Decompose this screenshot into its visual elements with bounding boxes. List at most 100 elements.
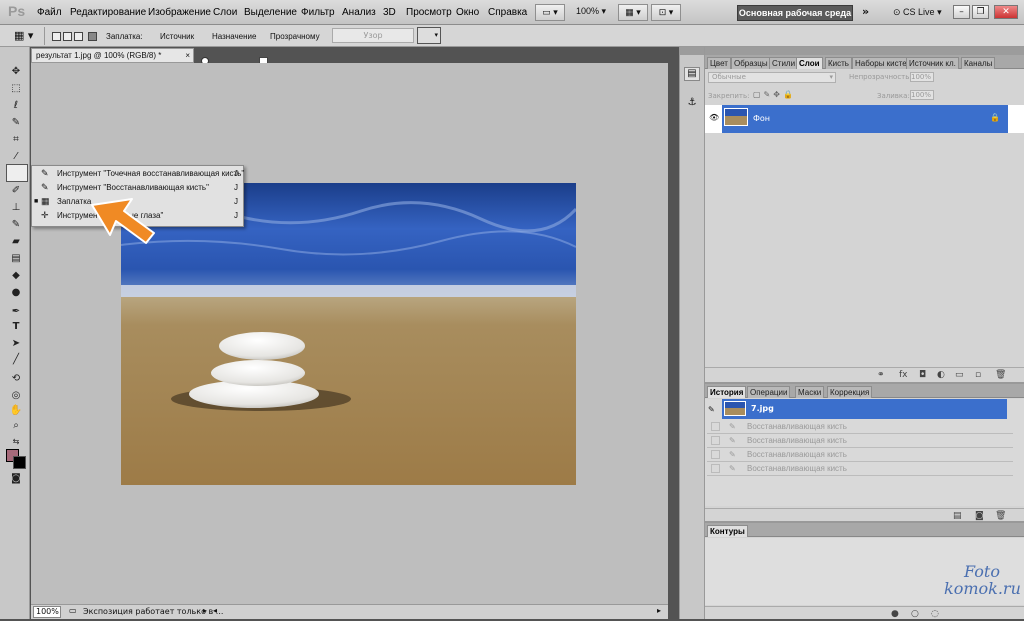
menu-help[interactable]: Справка [488,7,527,18]
history-state[interactable]: ✎ Восстанавливающая кисть [707,420,1013,434]
move-tool-icon[interactable]: ✥ [8,65,24,79]
new-group-icon[interactable]: ▭ [955,370,964,380]
stroke-path-icon[interactable]: ○ [911,609,919,619]
layer-row-background[interactable]: Фон 🔒 [722,105,1008,133]
tab-actions[interactable]: Операции [747,386,791,398]
history-checkbox[interactable] [711,436,720,445]
tab-layers[interactable]: Слои [796,57,823,69]
menu-3d[interactable]: 3D [383,7,396,18]
blend-mode-select[interactable]: Обычные ▾ [708,72,836,83]
screen-mode-button[interactable]: ▭ ▾ [535,4,565,21]
brush-tool-icon[interactable]: ✐ [8,184,24,198]
eraser-tool-icon[interactable]: ▰ [8,235,24,249]
new-document-from-state-icon[interactable]: ▤ [953,511,962,521]
close-button[interactable]: ✕ [994,5,1018,19]
menu-layers[interactable]: Слои [213,7,237,18]
dodge-tool-icon[interactable]: ● [8,286,24,300]
link-layers-icon[interactable]: ⚭ [877,370,885,380]
close-document-icon[interactable]: × [185,49,190,62]
lasso-tool-icon[interactable]: ℓ [8,99,24,113]
arrange-documents-button[interactable]: ▦ ▾ [618,4,648,21]
menu-filter[interactable]: Фильтр [301,7,335,18]
tab-masks[interactable]: Маски [795,386,825,398]
new-selection-icon[interactable] [52,32,61,41]
type-tool-icon[interactable]: T [8,320,24,334]
document-tab[interactable]: результат 1.jpg @ 100% (RGB/8) * × [31,48,194,63]
tab-adjustments[interactable]: Коррекция [827,386,873,398]
blur-tool-icon[interactable]: ◆ [8,269,24,283]
new-snapshot-icon[interactable]: ◙ [975,511,984,521]
pen-tool-icon[interactable]: ✒ [8,305,24,319]
add-selection-icon[interactable] [63,32,72,41]
quick-mask-icon[interactable]: ◙ [8,472,24,486]
clone-stamp-tool-icon[interactable]: ⊥ [8,201,24,215]
pattern-picker[interactable]: ▾ [417,27,441,44]
tab-brush[interactable]: Кисть [825,57,852,69]
3d-rotate-tool-icon[interactable]: ⟲ [8,372,24,386]
zoom-level-field[interactable]: 100% [33,606,61,618]
menu-edit[interactable]: Редактирование [70,7,146,18]
marquee-tool-icon[interactable]: ⬚ [8,82,24,96]
zoom-dropdown[interactable]: 100% ▾ [570,4,612,21]
use-pattern-button[interactable]: Узор [332,28,414,43]
line-tool-icon[interactable]: ╱ [8,353,24,367]
menu-file[interactable]: Файл [37,7,62,18]
menu-analysis[interactable]: Анализ [342,7,376,18]
fill-field[interactable]: 100% [910,90,934,100]
history-state[interactable]: ✎ Восстанавливающая кисть [707,434,1013,448]
menu-image[interactable]: Изображение [148,7,211,18]
history-checkbox[interactable] [711,464,720,473]
background-color-swatch[interactable] [13,456,26,469]
hand-tool-icon[interactable]: ✋ [8,404,24,418]
subtract-selection-icon[interactable] [74,32,83,41]
tab-channels[interactable]: Каналы [961,57,996,69]
fx-icon[interactable]: fx [899,370,908,380]
cs-live-button[interactable]: ⊙ CS Live ▾ [893,7,942,18]
scroll-right-icon[interactable]: ▸ [657,606,661,615]
scroll-left-icon[interactable]: ◂ [213,606,217,615]
history-brush-tool-icon[interactable]: ✎ [8,218,24,232]
new-layer-icon[interactable]: ▫ [975,370,981,380]
opacity-field[interactable]: 100% [910,72,934,82]
3d-camera-tool-icon[interactable]: ◎ [8,389,24,403]
minimize-button[interactable]: – [953,5,970,19]
tab-history[interactable]: История [707,386,747,398]
navigator-icon[interactable]: ⚓ [684,97,700,111]
tab-brush-presets[interactable]: Наборы кистей [852,57,915,69]
trash-icon[interactable]: 🗑 [995,370,1006,380]
add-mask-icon[interactable]: ◘ [919,370,926,380]
fill-path-icon[interactable]: ● [891,609,899,619]
menu-select[interactable]: Выделение [244,7,297,18]
tab-color[interactable]: Цвет [707,57,731,69]
history-state[interactable]: ✎ Восстанавливающая кисть [707,448,1013,462]
swap-colors-icon[interactable]: ⇆ [8,435,24,449]
lock-icons[interactable]: ▢✎✥🔒 [753,90,796,99]
menu-view[interactable]: Просмотр [406,7,452,18]
crop-tool-icon[interactable]: ⌗ [8,133,24,147]
trash-icon[interactable]: 🗑 [995,511,1006,521]
tab-paths[interactable]: Контуры [707,525,748,537]
quick-selection-tool-icon[interactable]: ✎ [8,116,24,130]
tab-clone-source[interactable]: Источник кл. [906,57,959,69]
eyedropper-tool-icon[interactable]: ⁄ [8,150,24,164]
document-image[interactable] [121,183,576,485]
eye-icon[interactable]: 👁 [709,113,719,122]
flyout-item-spot-healing[interactable]: ✎ Инструмент "Точечная восстанавливающая… [32,167,244,180]
gradient-tool-icon[interactable]: ▤ [8,252,24,266]
status-menu-icon[interactable]: ▸ [203,606,207,615]
history-brush-source-icon[interactable]: ✎ [708,405,715,414]
tab-swatches[interactable]: Образцы [731,57,771,69]
menu-window[interactable]: Окно [456,7,479,18]
extras-button[interactable]: ⊡ ▾ [651,4,681,21]
histogram-icon[interactable]: ▤ [684,67,700,81]
history-state[interactable]: ✎ Восстанавливающая кисть [707,462,1013,476]
history-snapshot-row[interactable]: 7.jpg [722,399,1007,419]
history-checkbox[interactable] [711,450,720,459]
intersect-selection-icon[interactable] [88,32,97,41]
patch-tool-preset-icon[interactable]: ▦ ▾ [14,29,33,42]
active-tool-highlight[interactable] [6,164,28,182]
workspace-button[interactable]: Основная рабочая среда [737,5,853,21]
adjustment-layer-icon[interactable]: ◐ [937,370,945,380]
restore-button[interactable]: ❐ [972,5,989,19]
load-selection-icon[interactable]: ◌ [931,609,939,619]
